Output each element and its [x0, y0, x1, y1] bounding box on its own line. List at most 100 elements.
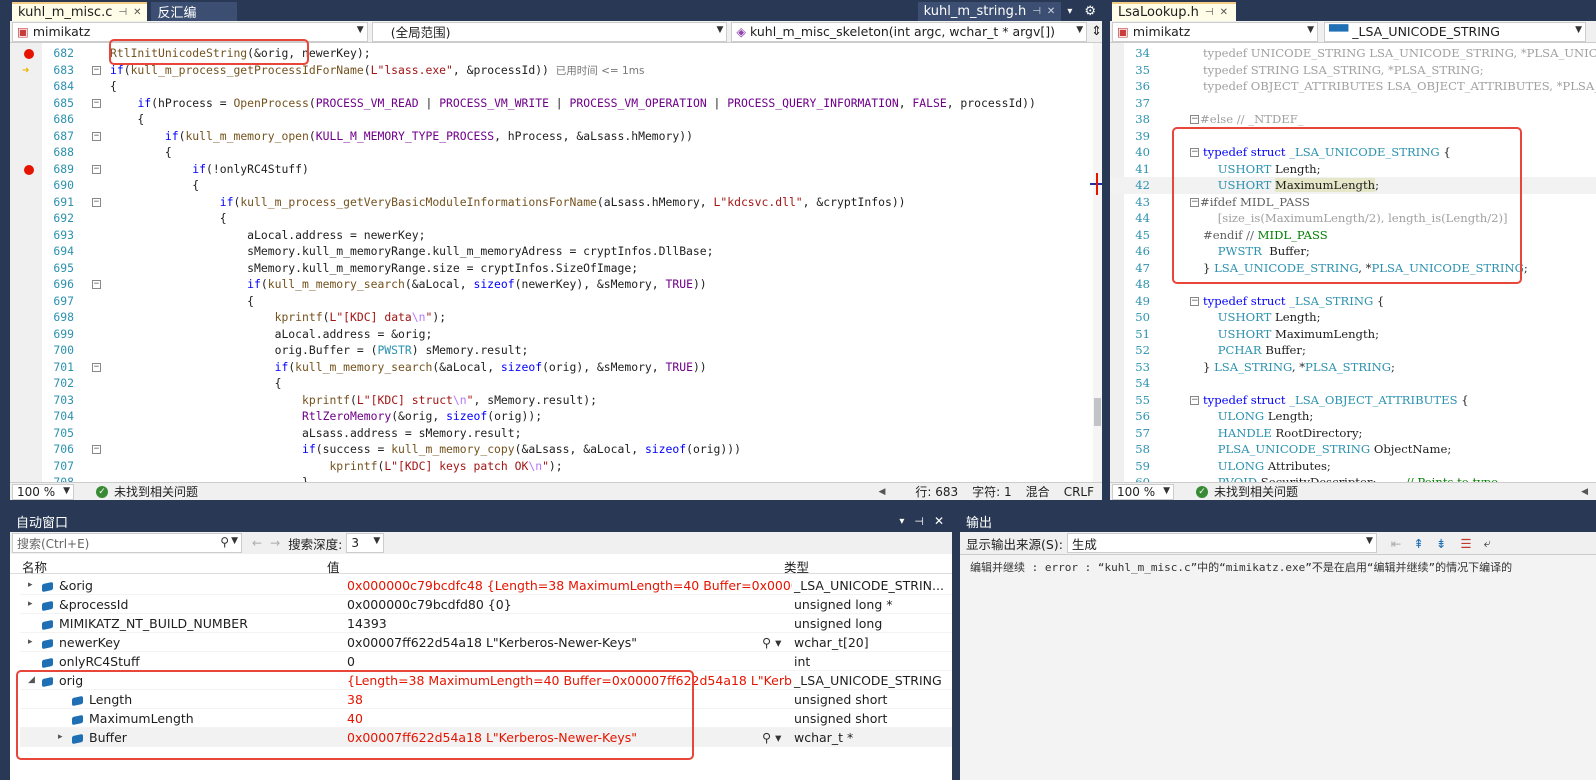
column-name[interactable]: 名称: [22, 557, 47, 576]
depth-label: 搜索深度:: [288, 536, 343, 552]
text-visualizer-icon[interactable]: ⚲ ▾: [762, 633, 781, 652]
source-label: 显示输出来源(S):: [966, 536, 1063, 552]
check-icon: ✓: [96, 485, 108, 498]
variable-name: Buffer: [72, 728, 127, 747]
pin-icon[interactable]: ⊣: [914, 515, 924, 528]
tab-disassembly[interactable]: 反汇编: [151, 2, 238, 21]
issues-text[interactable]: 未找到相关问题: [114, 483, 198, 500]
scope-dropdown[interactable]: (全局范围) ▼: [371, 21, 728, 42]
pin-icon[interactable]: ⊣: [1205, 7, 1214, 18]
left-statusbar: 100 % ▼ ✓ 未找到相关问题 ◀ 行: 683 字符: 1 混合 CRLF: [10, 482, 1102, 500]
code-editor-left[interactable]: 682 RtlInitUnicodeString(&orig, newerKey)…: [10, 39, 1102, 489]
variable-value[interactable]: 0x000000c79bcdfd80 {0}: [347, 595, 792, 614]
chevron-down-icon: ▼: [716, 24, 724, 35]
text-visualizer-icon[interactable]: ⚲ ▾: [762, 728, 781, 747]
goto-prev-icon[interactable]: ⇤: [1391, 536, 1401, 551]
project-label: mimikatz: [32, 24, 91, 39]
close-icon[interactable]: ✕: [934, 514, 944, 528]
find-message-up-icon[interactable]: ⇞: [1413, 536, 1423, 551]
tab-kuhl-m-misc[interactable]: kuhl_m_misc.c ⊣ ✕: [12, 2, 148, 21]
variable-icon: [72, 695, 83, 706]
scroll-left-icon[interactable]: ◀: [878, 487, 885, 497]
variable-icon: [42, 638, 53, 649]
back-arrow-icon[interactable]: ←: [252, 536, 262, 550]
source-dropdown[interactable]: 生成 ▼: [1066, 533, 1377, 553]
variable-icon: [72, 714, 83, 725]
autos-row[interactable]: MIMIKATZ_NT_BUILD_NUMBER 14393 unsigned lo…: [20, 614, 952, 633]
column-value[interactable]: 值: [327, 557, 340, 576]
variable-type: unsigned long *: [794, 597, 893, 612]
variable-type: unsigned long: [794, 616, 883, 631]
chevron-down-icon: ▼: [63, 485, 70, 496]
expand-icon[interactable]: ▸: [28, 576, 33, 595]
dropdown-icon[interactable]: ▾: [899, 516, 904, 527]
zoom-dropdown[interactable]: 100 % ▼: [12, 483, 74, 500]
column-type[interactable]: 类型: [784, 557, 809, 576]
search-placeholder: 搜索(Ctrl+E): [17, 536, 90, 551]
breakpoint-icon[interactable]: [24, 49, 34, 59]
close-icon[interactable]: ✕: [133, 7, 141, 18]
right-statusbar: 100 % ▼ ✓ 未找到相关问题 ◀: [1110, 482, 1596, 500]
scroll-left-icon[interactable]: ◀: [1581, 487, 1588, 497]
expand-icon[interactable]: ▸: [28, 595, 33, 614]
variable-value[interactable]: 38: [347, 690, 792, 709]
function-dropdown[interactable]: ◈ kuhl_m_misc_skeleton(int argc, wchar_t…: [731, 21, 1088, 42]
autos-row[interactable]: ◢ orig {Length=38 MaximumLength=40 Buffer=…: [20, 671, 952, 690]
forward-arrow-icon[interactable]: →: [270, 536, 280, 550]
search-icon[interactable]: ⚲: [220, 535, 229, 549]
variable-name-text: onlyRC4Stuff: [59, 654, 140, 669]
panel-title: 自动窗口: [16, 515, 69, 531]
close-icon[interactable]: ✕: [1047, 6, 1055, 17]
chevron-down-icon: ▼: [231, 536, 238, 546]
variable-value[interactable]: 40: [347, 709, 792, 728]
left-editor: kuhl_m_misc.c ⊣ ✕ 反汇编 kuhl_m_string.h ⊣ …: [10, 0, 1102, 500]
settings-gear-icon[interactable]: ⚙: [1078, 2, 1102, 21]
autos-row[interactable]: ▸ Buffer 0x00007ff622d54a18 L"Kerberos-New…: [20, 728, 952, 747]
autos-row[interactable]: MaximumLength 40 unsigned short: [20, 709, 952, 728]
expand-icon[interactable]: ▸: [28, 633, 33, 652]
autos-row[interactable]: ▸ &processId 0x000000c79bcdfd80 {0} unsigne…: [20, 595, 952, 614]
autos-row[interactable]: onlyRC4Stuff 0 int: [20, 652, 952, 671]
split-icon[interactable]: ⇕: [1091, 24, 1102, 39]
tab-overflow-dropdown[interactable]: ▾: [1061, 2, 1078, 21]
variable-value[interactable]: 0x00007ff622d54a18 L"Kerberos-Newer-Keys…: [347, 728, 792, 747]
variable-value[interactable]: 0: [347, 652, 792, 671]
chevron-down-icon: ▼: [1076, 24, 1084, 35]
scrollbar-thumb[interactable]: [1094, 398, 1101, 426]
word-wrap-icon[interactable]: ⤶: [1484, 535, 1491, 551]
tab-kuhl-m-string[interactable]: kuhl_m_string.h ⊣ ✕: [917, 2, 1062, 21]
autos-row[interactable]: ▸ &orig 0x000000c79bcdfc48 {Length=38 Maxi…: [20, 576, 952, 595]
autos-row[interactable]: Length 38 unsigned short: [20, 690, 952, 709]
symbol-dropdown[interactable]: ▀▀ _LSA_UNICODE_STRING ▼: [1324, 21, 1586, 42]
zoom-dropdown[interactable]: 100 % ▼: [1112, 483, 1174, 500]
project-dropdown[interactable]: ▣ mimikatz ▼: [1112, 21, 1318, 42]
autos-toolbar: 搜索(Ctrl+E) ⚲ ▼ ← → 搜索深度: 3 ▼: [10, 532, 952, 554]
source-value: 生成: [1071, 536, 1097, 552]
variable-name: orig: [42, 671, 83, 690]
find-message-down-icon[interactable]: ⇟: [1436, 536, 1446, 551]
project-dropdown[interactable]: ▣ mimikatz ▼: [12, 21, 368, 42]
code-editor-right[interactable]: 34 typedef UNICODE_STRING LSA_UNICODE_STR…: [1110, 43, 1596, 489]
clear-all-icon[interactable]: ☰: [1460, 536, 1471, 551]
pin-icon[interactable]: ⊣: [118, 7, 127, 18]
variable-value[interactable]: 0x000000c79bcdfc48 {Length=38 MaximumLen…: [347, 576, 792, 595]
search-input[interactable]: 搜索(Ctrl+E) ⚲ ▼: [12, 533, 242, 553]
expand-icon[interactable]: ▸: [58, 728, 63, 747]
expand-icon[interactable]: ◢: [28, 671, 35, 690]
variable-name: onlyRC4Stuff: [42, 652, 140, 671]
function-icon: ◈: [736, 24, 747, 39]
close-icon[interactable]: ✕: [1220, 7, 1228, 18]
autos-row[interactable]: ▸ newerKey 0x00007ff622d54a18 L"Kerberos-N…: [20, 633, 952, 652]
variable-value[interactable]: {Length=38 MaximumLength=40 Buffer=0x000…: [347, 671, 792, 690]
right-editor: LsaLookup.h ⊣ ✕ ▣ mimikatz ▼ ▀▀ _LSA_UNI…: [1110, 0, 1596, 500]
issues-text[interactable]: 未找到相关问题: [1214, 483, 1298, 500]
tab-lsalookup[interactable]: LsaLookup.h ⊣ ✕: [1112, 2, 1236, 21]
symbol-label: _LSA_UNICODE_STRING: [1352, 24, 1500, 39]
pin-icon[interactable]: ⊣: [1032, 6, 1041, 17]
variable-value[interactable]: 0x00007ff622d54a18 L"Kerberos-Newer-Keys…: [347, 633, 792, 652]
depth-dropdown[interactable]: 3 ▼: [346, 533, 385, 553]
variable-name-text: Length: [89, 692, 133, 707]
breakpoint-icon[interactable]: [24, 164, 34, 175]
output-text-area[interactable]: 编辑并继续 : error : “kuhl_m_misc.c”中的“mimika…: [960, 554, 1596, 780]
variable-value[interactable]: 14393: [347, 614, 792, 633]
